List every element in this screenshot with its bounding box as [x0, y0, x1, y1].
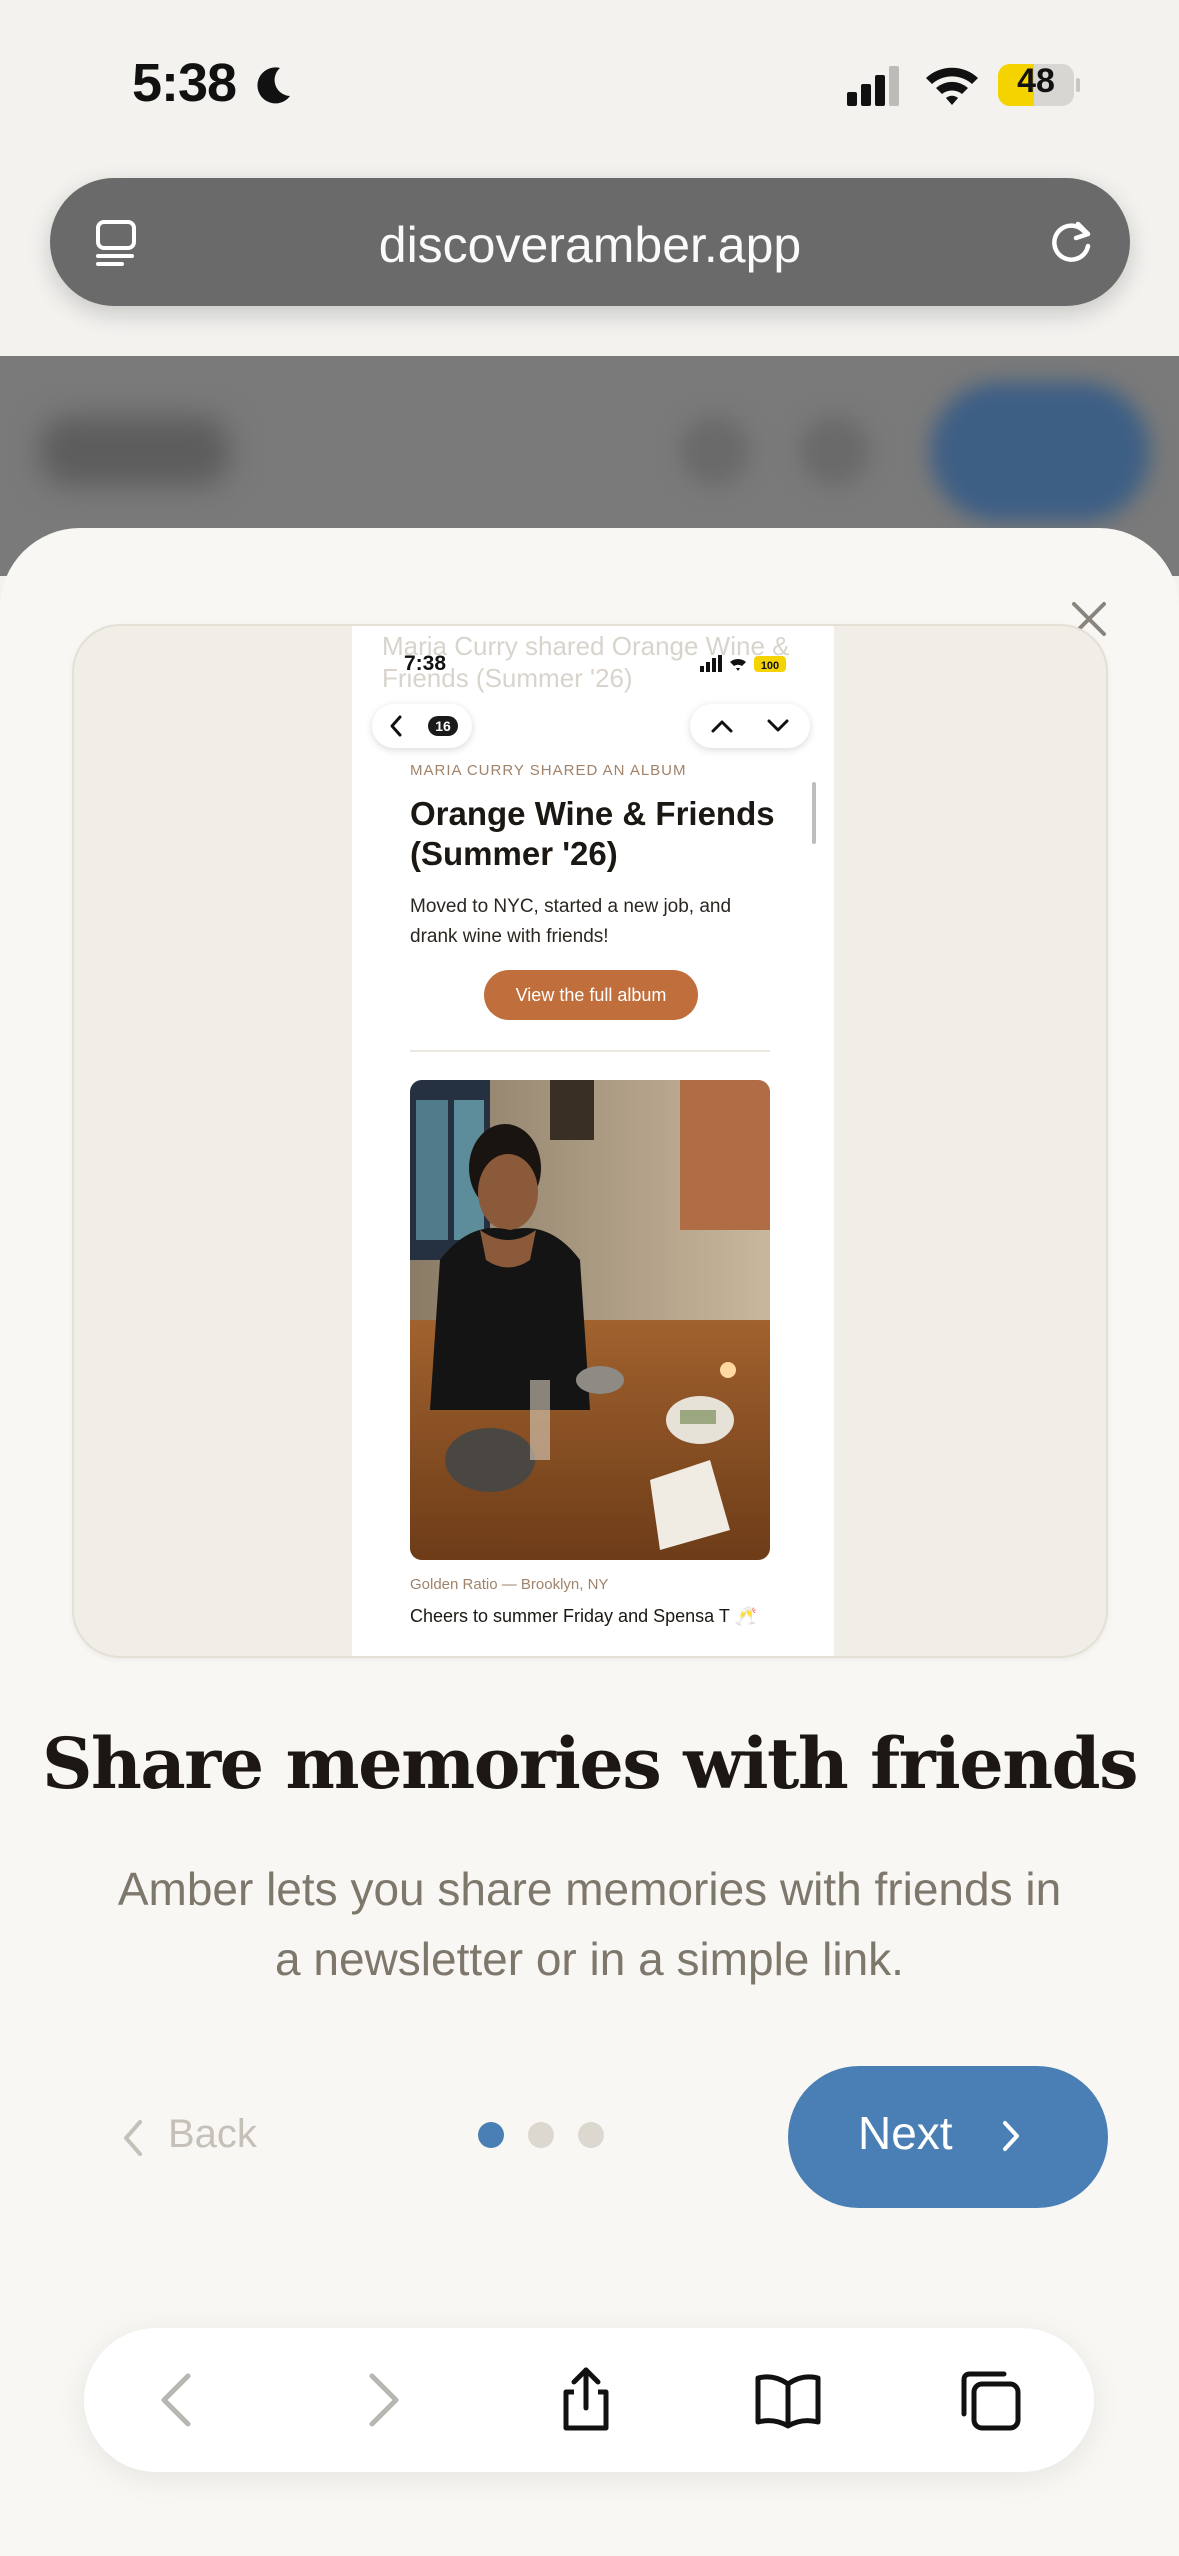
status-time: 5:38 [132, 53, 237, 113]
cellular-signal-icon [847, 66, 899, 106]
unread-count-badge: 16 [428, 716, 458, 736]
url-text[interactable]: discoveramber.app [50, 216, 1130, 274]
scroll-indicator [812, 782, 816, 844]
album-title: Orange Wine & Friends (Summer '26) [410, 795, 775, 872]
chevron-left-icon [124, 2120, 142, 2156]
battery-indicator: 48 [998, 60, 1080, 110]
phone-battery-text: 100 [761, 660, 779, 672]
album-description: Moved to NYC, started a new job, and dra… [410, 896, 732, 947]
page-dot-1[interactable] [478, 2122, 504, 2148]
back-label: Back [168, 2112, 257, 2156]
feature-preview: Maria Curry shared Orange Wine & Friends… [72, 624, 1108, 1658]
album-eyebrow: Maria Curry shared an album [410, 762, 687, 779]
photo-caption: Cheers to summer Friday and Spensa T 🥂 [410, 1606, 757, 1626]
chevron-right-icon [1003, 2121, 1019, 2151]
next-label: Next [858, 2107, 953, 2159]
next-button[interactable]: Next [788, 2066, 1108, 2208]
browser-toolbar [84, 2328, 1094, 2472]
share-icon[interactable] [550, 2364, 622, 2436]
divider [410, 1050, 770, 1052]
chevron-up-icon [711, 720, 733, 733]
phone-screenshot: Maria Curry shared Orange Wine & Friends… [352, 626, 834, 1656]
wifi-icon [926, 67, 978, 105]
phone-updown-nav [690, 704, 810, 748]
tabs-icon[interactable] [954, 2364, 1026, 2436]
view-album-button: View the full album [484, 970, 698, 1020]
bookmarks-icon[interactable] [752, 2364, 824, 2436]
chevron-left-icon [390, 715, 402, 737]
phone-back-button: 16 [372, 704, 472, 748]
photo-location: Golden Ratio — Brooklyn, NY [410, 1576, 609, 1593]
onboarding-title: Share memories with friends [41, 1722, 1139, 1805]
back-arrow-icon[interactable] [142, 2364, 214, 2436]
chevron-down-icon [767, 719, 789, 732]
address-bar[interactable]: discoveramber.app [50, 178, 1130, 306]
battery-percent: 48 [1017, 62, 1055, 100]
page-dot-3[interactable] [578, 2122, 604, 2148]
status-bar: 5:38 48 [0, 0, 1179, 170]
forward-arrow-icon[interactable] [346, 2364, 418, 2436]
phone-time: 7:38 [404, 652, 447, 675]
onboarding-subtitle: Amber lets you share memories with frien… [117, 1863, 1062, 1985]
moon-icon [257, 67, 290, 104]
reload-icon[interactable] [1044, 214, 1100, 270]
album-photo [410, 1080, 770, 1560]
page-dot-2[interactable] [528, 2122, 554, 2148]
page-indicator [478, 2122, 604, 2150]
phone-status-icons: 100 [700, 655, 786, 672]
